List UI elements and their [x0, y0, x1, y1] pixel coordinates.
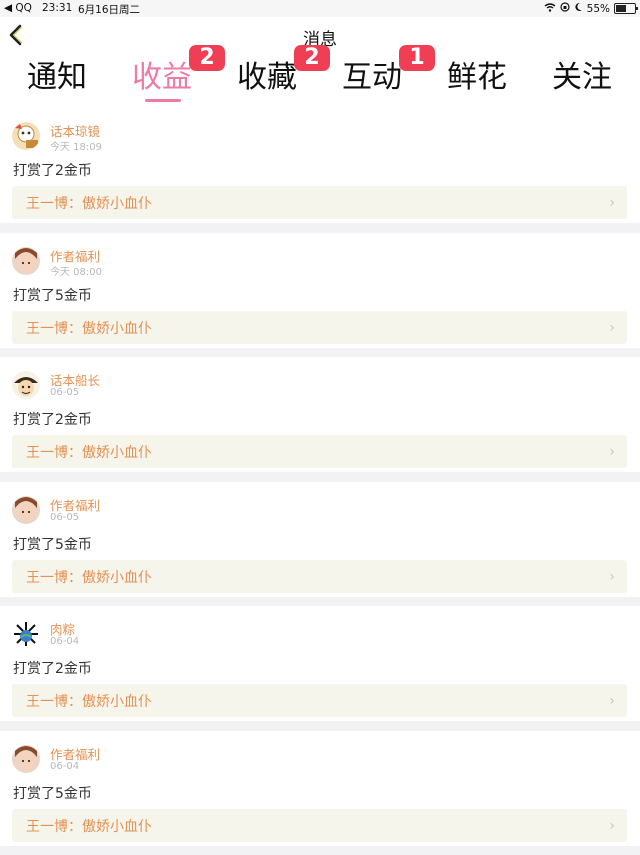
chevron-right-icon: › [609, 568, 615, 585]
book-link[interactable]: 王一博：傲娇小血仆 › [12, 808, 627, 842]
status-time: 23:31 [42, 2, 73, 14]
girl-avatar[interactable] [12, 495, 40, 524]
message-card: 肉粽 06-04 打赏了2金币 王一博：傲娇小血仆 › [0, 606, 640, 721]
book-title: 王一博：傲娇小血仆 [26, 569, 152, 586]
message-text: 打赏了2金币 [13, 661, 92, 677]
message-card: 话本船长 06-05 打赏了2金币 王一博：傲娇小血仆 › [0, 357, 640, 472]
message-card: 作者福利 06-05 打赏了5金币 王一博：傲娇小血仆 › [0, 481, 640, 597]
book-link[interactable]: 王一博：傲娇小血仆 › [12, 559, 627, 593]
wifi-icon [544, 2, 556, 15]
planet-avatar[interactable] [12, 620, 40, 648]
book-link[interactable]: 王一博：傲娇小血仆 › [12, 310, 627, 344]
message-text: 打赏了5金币 [13, 785, 92, 802]
chevron-right-icon: › [609, 444, 615, 460]
status-right: 55% [544, 2, 638, 15]
message-text: 打赏了2金币 [13, 412, 92, 428]
message-text: 打赏了5金币 [13, 287, 92, 304]
battery-icon [614, 3, 638, 14]
back-to-app-link[interactable]: ◀ QQ [4, 2, 32, 14]
earnings-badge: 2 [189, 45, 225, 71]
message-time: 06-04 [50, 636, 80, 647]
chevron-right-icon: › [609, 319, 615, 336]
status-bar: ◀ QQ 23:31 6月16日周二 55% [0, 0, 640, 17]
rotation-lock-icon [560, 2, 570, 15]
message-text: 打赏了5金币 [13, 536, 92, 553]
chevron-right-icon: › [609, 693, 615, 709]
book-title: 王一博：傲娇小血仆 [26, 694, 152, 710]
girl-avatar[interactable] [12, 744, 40, 773]
tab-bar: 通知 收益 收藏 互动 鲜花 关注 2 2 1 [0, 45, 640, 109]
girl-avatar[interactable] [12, 246, 40, 275]
captain-avatar[interactable] [12, 371, 40, 399]
message-list: 话本琼镜 今天 18:09 打赏了2金币 王一博：傲娇小血仆 › 作者福利 今天… [0, 108, 640, 855]
chevron-right-icon: › [609, 195, 615, 211]
book-title: 王一博：傲娇小血仆 [26, 445, 152, 461]
message-time: 06-04 [50, 760, 80, 772]
moon-icon [574, 2, 583, 15]
message-time: 06-05 [50, 511, 80, 523]
favorites-badge: 2 [294, 45, 330, 71]
chevron-right-icon: › [609, 817, 615, 834]
tab-flowers[interactable]: 鲜花 [435, 60, 519, 96]
book-link[interactable]: 王一博：傲娇小血仆 › [12, 684, 627, 717]
book-link[interactable]: 王一博：傲娇小血仆 › [12, 186, 627, 219]
message-time: 今天 08:00 [50, 266, 102, 278]
message-time: 今天 18:09 [50, 142, 102, 153]
book-title: 王一博：傲娇小血仆 [26, 196, 152, 212]
message-card: 作者福利 06-04 打赏了5金币 王一博：傲娇小血仆 › [0, 730, 640, 846]
tab-follows[interactable]: 关注 [540, 60, 624, 96]
message-text: 打赏了2金币 [13, 163, 92, 179]
book-link[interactable]: 王一博：傲娇小血仆 › [12, 435, 627, 468]
interactions-badge: 1 [399, 45, 435, 71]
book-title: 王一博：傲娇小血仆 [26, 818, 152, 835]
battery-percent: 55% [586, 2, 610, 15]
active-tab-indicator [145, 99, 181, 102]
battery-fill [616, 5, 626, 12]
book-title: 王一博：傲娇小血仆 [26, 320, 152, 337]
mascot-avatar[interactable] [12, 122, 40, 150]
status-date: 6月16日周二 [78, 4, 141, 16]
message-card: 作者福利 今天 08:00 打赏了5金币 王一博：傲娇小血仆 › [0, 232, 640, 348]
message-card: 话本琼镜 今天 18:09 打赏了2金币 王一博：傲娇小血仆 › [0, 108, 640, 223]
message-time: 06-05 [50, 387, 80, 398]
tab-notifications[interactable]: 通知 [15, 60, 99, 96]
